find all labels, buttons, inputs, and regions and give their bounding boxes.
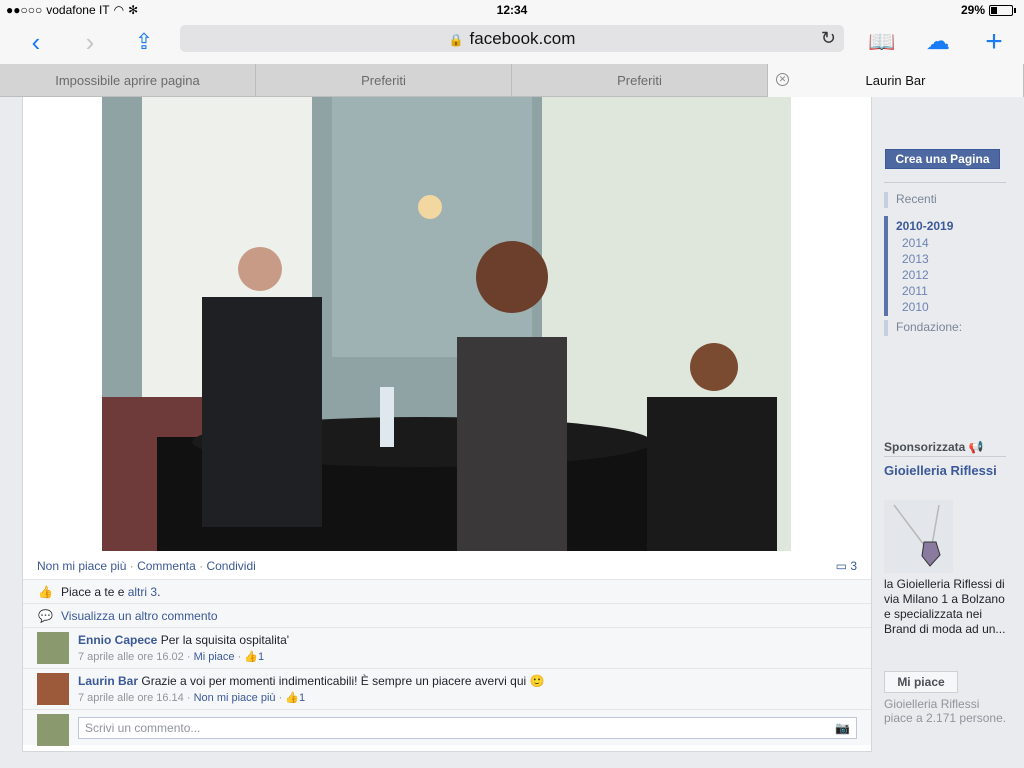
likes-row: 👍 Piace a te e altri 3. [23,579,871,603]
timeline-foundation[interactable]: Fondazione: [884,320,1014,336]
comment-likes-count[interactable]: 1 [258,651,264,663]
view-more-row[interactable]: 💬 Visualizza un altro commento [23,603,871,627]
share-icon[interactable]: ⇪ [128,26,160,58]
lock-icon: 🔒 [448,33,464,47]
likes-others-link[interactable]: altri 3 [128,585,157,599]
back-icon[interactable]: ‹ [20,26,52,58]
timeline-year[interactable]: 2010 [884,300,1014,316]
comment-like-link[interactable]: Mi piace [194,651,235,663]
avatar[interactable] [37,673,69,705]
tab-active[interactable]: ✕ Laurin Bar [768,64,1024,97]
divider [884,182,1006,183]
speech-bubble-icon: 💬 [38,609,53,623]
sponsored-header: Sponsorizzata 📢 [884,440,984,454]
write-comment-row: Scrivi un commento... 📷 [23,709,871,746]
comment-input[interactable]: Scrivi un commento... 📷 [78,717,857,739]
comment-text: Per la squisita ospitalita' [160,633,290,647]
clock: 12:34 [496,3,528,17]
comment-input-placeholder: Scrivi un commento... [85,721,201,735]
post-actions: Non mi piace più · Commenta · Condividi [37,559,256,573]
ad-body: la Gioielleria Riflessi di via Milano 1 … [884,577,1006,636]
comment-link[interactable]: Commenta [137,559,196,573]
comment-author[interactable]: Laurin Bar [78,674,138,688]
post-card: Non mi piace più · Commenta · Condividi … [22,97,872,752]
status-bar: ●●○○○ vodafone IT ◠ ✻ 12:34 29% [0,0,1024,20]
camera-icon[interactable]: 📷 [835,718,850,738]
smiley-icon: 🙂 [529,674,545,688]
close-tab-icon[interactable]: ✕ [776,73,789,86]
timeline-year[interactable]: 2013 [884,252,1014,268]
unlike-link[interactable]: Non mi piace più [37,559,126,573]
comment-count-value: 3 [850,559,857,573]
comment-likes-icon: 👍 [244,651,259,663]
bookmarks-icon[interactable]: 📖 [866,26,898,58]
view-more-link[interactable]: Visualizza un altro commento [61,609,218,623]
browser-toolbar: ‹ › ⇪ 🔒 facebook.com ↻ 📖 ☁ + [0,20,1024,64]
reload-icon[interactable]: ↻ [821,25,836,52]
photo-illustration [102,97,791,551]
timeline-year[interactable]: 2014 [884,236,1014,252]
comment-author[interactable]: Ennio Capece [78,633,157,647]
timeline-year[interactable]: 2012 [884,268,1014,284]
ad-like-count: Gioielleria Riflessi piace a 2.171 perso… [884,697,1007,725]
tab-strip: Impossibile aprire pagina Preferiti Pref… [0,64,1024,97]
url-text: facebook.com [469,29,576,48]
avatar[interactable] [37,632,69,664]
ad-title[interactable]: Gioielleria Riflessi [884,463,1004,479]
tab-1[interactable]: Impossibile aprire pagina [0,64,256,97]
comment-like-link[interactable]: Non mi piace più [194,692,276,704]
comment-section: 👍 Piace a te e altri 3. 💬 Visualizza un … [23,579,871,746]
forward-icon[interactable]: › [74,26,106,58]
battery-icon [989,4,1013,16]
ad-like-button[interactable]: Mi piace [884,671,958,693]
jewelry-icon [893,504,941,567]
comment-time[interactable]: 7 aprile alle ore 16.14 [78,692,184,704]
tab-active-label: Laurin Bar [865,73,926,88]
icloud-tabs-icon[interactable]: ☁ [922,26,954,58]
likes-suffix: . [157,585,161,599]
right-sidebar: Crea una Pagina Recenti 2010-2019 2014 2… [872,97,1024,768]
comment-likes-count[interactable]: 1 [299,692,305,704]
comment-count[interactable]: ▭ 3 [836,559,857,573]
timeline-recent[interactable]: Recenti [884,192,1014,208]
share-link[interactable]: Condividi [206,559,255,573]
new-tab-icon[interactable]: + [978,26,1010,58]
comment-likes-icon: 👍 [285,692,299,704]
comment-item: Laurin Bar Grazie a voi per momenti indi… [23,668,871,709]
post-photo[interactable] [102,97,791,551]
address-bar[interactable]: 🔒 facebook.com ↻ [180,25,844,52]
comment-text: Grazie a voi per momenti indimenticabili… [141,674,527,688]
avatar [37,714,69,746]
thumbs-up-icon: 👍 [38,585,53,599]
timeline-nav: Recenti 2010-2019 2014 2013 2012 2011 20… [884,192,1014,336]
megaphone-icon: 📢 [968,440,984,454]
tab-3[interactable]: Preferiti [512,64,768,97]
divider [884,456,1006,457]
timeline-decade[interactable]: 2010-2019 [884,216,1014,236]
likes-prefix: Piace a te e [61,585,128,599]
create-page-button[interactable]: Crea una Pagina [885,149,1000,169]
ad-image[interactable] [884,500,953,573]
comment-item: Ennio Capece Per la squisita ospitalita'… [23,627,871,668]
tab-2[interactable]: Preferiti [256,64,512,97]
battery-label: 29% [960,3,985,17]
comment-count-icon: ▭ [835,559,847,573]
sponsored-label[interactable]: Sponsorizzata [884,440,965,454]
timeline-year[interactable]: 2011 [884,284,1014,300]
comment-time[interactable]: 7 aprile alle ore 16.02 [78,651,184,663]
